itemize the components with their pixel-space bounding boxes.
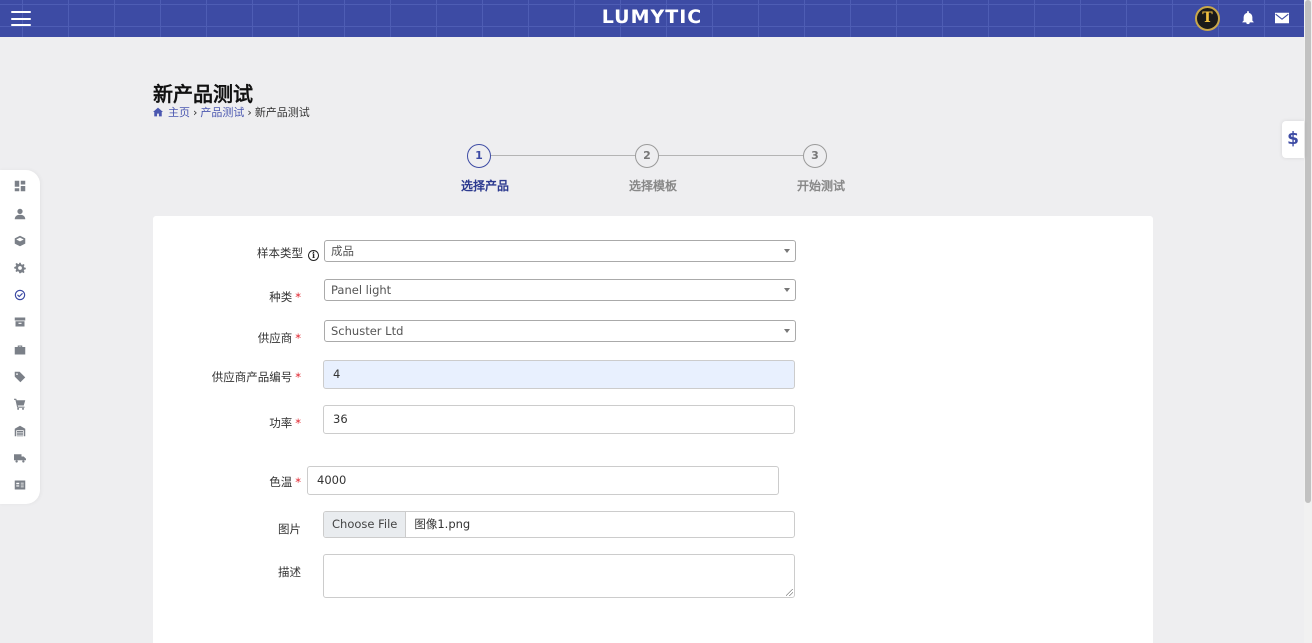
sidebar-item-warehouse[interactable] <box>13 424 27 438</box>
user-icon <box>14 208 26 220</box>
image-label: 图片 <box>278 522 301 536</box>
breadcrumb-separator: › <box>193 105 198 119</box>
description-textarea[interactable] <box>323 554 795 598</box>
breadcrumb-home-link[interactable]: 主页 <box>168 104 190 120</box>
top-navbar: LUMYTIC T <box>0 0 1304 37</box>
dropdown-arrow-icon <box>784 329 790 333</box>
image-file-input[interactable]: Choose File 图像1.png <box>323 511 795 538</box>
breadcrumb-separator: › <box>247 105 252 119</box>
color-temp-input[interactable]: 4000 <box>307 466 779 495</box>
step-3-circle[interactable]: 3 <box>803 144 827 168</box>
sidebar-item-archive[interactable] <box>13 315 27 329</box>
breadcrumb-current: 新产品测试 <box>254 106 310 119</box>
step-3-label[interactable]: 开始测试 <box>781 177 861 194</box>
dropdown-arrow-icon <box>784 249 790 253</box>
sidebar-item-product-testing[interactable] <box>13 288 27 302</box>
cart-icon <box>14 398 26 410</box>
sidebar-item-orders[interactable] <box>13 397 27 411</box>
sample-type-select[interactable]: 成品 <box>324 240 796 262</box>
sidebar-item-shipping[interactable] <box>13 451 27 465</box>
category-select[interactable]: Panel light <box>324 279 796 301</box>
dashboard-icon <box>14 180 26 192</box>
sidebar-item-products[interactable] <box>13 234 27 248</box>
archive-icon <box>14 317 26 327</box>
currency-tab[interactable]: $ <box>1282 121 1304 158</box>
step-2-circle[interactable]: 2 <box>635 144 659 168</box>
mail-icon[interactable] <box>1275 12 1289 24</box>
step-connector <box>659 155 803 156</box>
breadcrumb: 主页 › 产品测试 › 新产品测试 <box>153 104 310 120</box>
info-icon[interactable]: i <box>308 250 319 261</box>
sidebar-item-reports[interactable] <box>13 478 27 492</box>
power-input[interactable]: 36 <box>323 405 795 434</box>
step-2-label[interactable]: 选择模板 <box>613 177 693 194</box>
scrollbar-thumb[interactable] <box>1305 0 1311 503</box>
truck-icon <box>14 454 26 463</box>
brand-logo[interactable]: LUMYTIC <box>0 6 1304 28</box>
sidebar-item-users[interactable] <box>13 207 27 221</box>
home-icon[interactable] <box>153 107 163 117</box>
sample-type-label: 样本类型 i <box>203 245 319 261</box>
product-form-card: 样本类型 i 成品 种类 * Panel light 供应商 * Schuster L… <box>153 216 1153 643</box>
tag-icon <box>14 371 26 383</box>
sidebar-item-settings[interactable] <box>13 261 27 275</box>
supplier-product-no-input[interactable]: 4 <box>323 360 795 389</box>
description-label: 描述 <box>278 565 301 579</box>
sidebar <box>0 170 40 504</box>
sidebar-item-business[interactable] <box>13 343 27 357</box>
supplier-label: 供应商 * <box>257 331 301 345</box>
step-1-label[interactable]: 选择产品 <box>445 177 525 194</box>
selected-file-name: 图像1.png <box>414 517 471 531</box>
supplier-product-no-label: 供应商产品编号 * <box>211 370 301 384</box>
supplier-select[interactable]: Schuster Ltd <box>324 320 796 342</box>
id-card-icon <box>14 480 26 490</box>
user-avatar[interactable]: T <box>1195 6 1220 31</box>
step-1-circle[interactable]: 1 <box>467 144 491 168</box>
warehouse-icon <box>14 425 26 437</box>
dropdown-arrow-icon <box>784 288 790 292</box>
resize-grip-icon[interactable] <box>786 589 793 596</box>
category-label: 种类 * <box>269 290 301 304</box>
sidebar-item-dashboard[interactable] <box>13 179 27 193</box>
page-title: 新产品测试 <box>153 82 253 106</box>
choose-file-button[interactable]: Choose File <box>324 512 407 537</box>
color-temp-label: 色温 * <box>269 475 301 489</box>
sidebar-item-tags[interactable] <box>13 370 27 384</box>
step-connector <box>491 155 635 156</box>
step-wizard: 1 2 3 选择产品 选择模板 开始测试 <box>440 144 870 194</box>
box-icon <box>14 235 26 247</box>
check-circle-icon <box>14 289 26 301</box>
gear-icon <box>14 262 26 274</box>
power-label: 功率 * <box>269 416 301 430</box>
breadcrumb-product-testing-link[interactable]: 产品测试 <box>200 104 244 120</box>
dollar-icon: $ <box>1287 129 1299 149</box>
page-scrollbar[interactable] <box>1304 0 1312 643</box>
briefcase-icon <box>14 345 26 355</box>
bell-icon[interactable] <box>1241 11 1255 25</box>
